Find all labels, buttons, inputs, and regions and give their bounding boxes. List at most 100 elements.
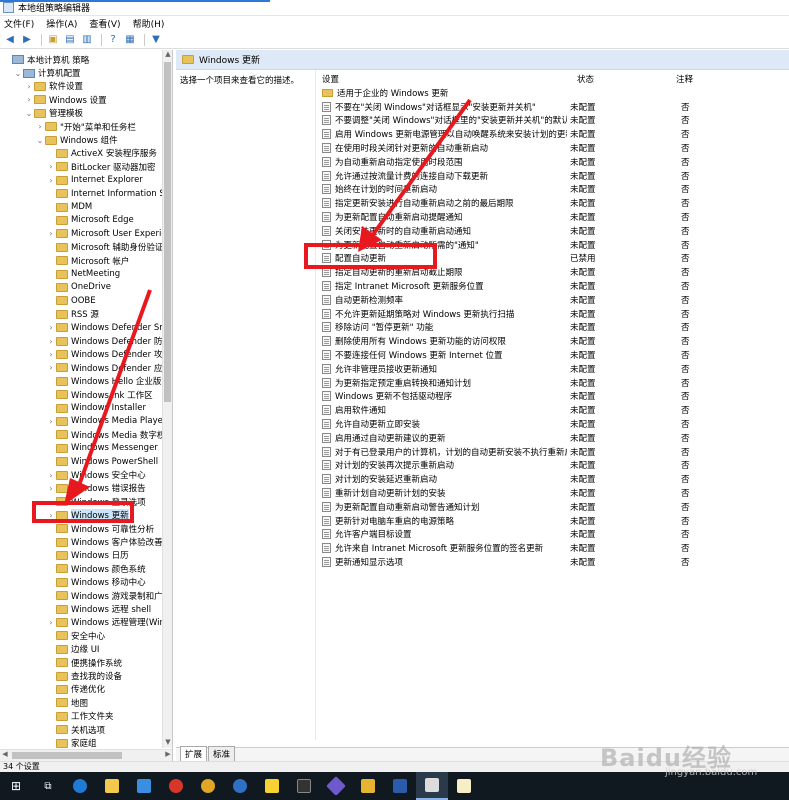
tree-item[interactable]: 查找我的设备 [46, 669, 122, 682]
menu-file[interactable]: 文件(F) [4, 17, 34, 30]
expand-icon[interactable]: › [46, 176, 56, 185]
file-explorer-icon[interactable] [96, 772, 128, 800]
policy-row[interactable]: 允许通过按流量计费的连接自动下载更新 未配置 否 [318, 169, 708, 183]
tree-item[interactable]: Microsoft 辅助身份验证因 [46, 241, 162, 254]
column-setting[interactable]: 设置 [322, 73, 339, 85]
scroll-thumb[interactable] [164, 62, 171, 402]
word-icon[interactable] [384, 772, 416, 800]
policy-row[interactable]: 指定 Intranet Microsoft 更新服务位置 未配置 否 [318, 279, 708, 293]
store-icon[interactable] [128, 772, 160, 800]
policy-row[interactable]: 更新通知显示选项 未配置 否 [318, 555, 708, 569]
tree-item[interactable]: Microsoft Edge [46, 214, 134, 227]
policy-row[interactable]: 重新计划自动更新计划的安装 未配置 否 [318, 486, 708, 500]
expand-icon[interactable]: › [46, 471, 56, 480]
edge-icon[interactable] [64, 772, 96, 800]
tree-item[interactable]: Windows Ink 工作区 [46, 388, 153, 401]
policy-row[interactable]: 允许来自 Intranet Microsoft 更新服务位置的签名更新 未配置 否 [318, 541, 708, 555]
policy-row[interactable]: 为更新配置自动重新启动警告通知计划 未配置 否 [318, 500, 708, 514]
expand-icon[interactable]: › [46, 363, 56, 372]
tree-item[interactable]: › "开始"菜单和任务栏 [35, 120, 136, 133]
policy-row[interactable]: 为更新配置自动重新启动提醒通知 未配置 否 [318, 210, 708, 224]
policy-row[interactable]: 启用通过自动更新建议的更新 未配置 否 [318, 431, 708, 445]
tree-item[interactable]: › 软件设置 [24, 80, 83, 93]
expand-icon[interactable]: › [46, 417, 56, 426]
expand-icon[interactable]: › [46, 484, 56, 493]
tree-item[interactable]: 本地计算机 策略 [2, 53, 89, 66]
collapse-icon[interactable]: ⌄ [13, 69, 23, 78]
chrome-icon[interactable] [192, 772, 224, 800]
policy-row[interactable]: 允许客户端目标设置 未配置 否 [318, 528, 708, 542]
export-icon[interactable]: ▥ [80, 33, 94, 47]
tree-item[interactable]: 边缘 UI [46, 643, 99, 656]
policy-row[interactable]: 为更新指定预定重启转换和通知计划 未配置 否 [318, 376, 708, 390]
tree-item[interactable]: 工作文件夹 [46, 710, 114, 723]
policy-row[interactable]: 对计划的安装再次提示重新启动 未配置 否 [318, 459, 708, 473]
tree-item[interactable]: 传递优化 [46, 683, 105, 696]
expand-icon[interactable]: › [35, 122, 45, 131]
policy-row[interactable]: 对于有已登录用户的计算机，计划的自动更新安装不执行重新启动 未配置 否 [318, 445, 708, 459]
tree-item[interactable]: › Windows 错误报告 [46, 482, 146, 495]
policy-row[interactable]: 启用软件通知 未配置 否 [318, 403, 708, 417]
column-note[interactable]: 注释 [676, 73, 693, 85]
tree-item[interactable]: 家庭组 [46, 736, 97, 748]
tree-item[interactable]: OOBE [46, 294, 96, 307]
tree-item[interactable]: › Windows 设置 [24, 93, 107, 106]
sticky-icon[interactable] [256, 772, 288, 800]
tree-item[interactable]: 地图 [46, 696, 88, 709]
tree-item[interactable]: Windows 移动中心 [46, 576, 146, 589]
collapse-icon[interactable]: ⌄ [24, 109, 34, 118]
terminal-icon[interactable] [288, 772, 320, 800]
tree-item[interactable]: ⌄ 计算机配置 [13, 66, 81, 79]
policy-row[interactable]: 允许自动更新立即安装 未配置 否 [318, 417, 708, 431]
tree-item[interactable]: 便携操作系统 [46, 656, 122, 669]
scroll-down-icon[interactable]: ▼ [163, 738, 172, 748]
tree-item[interactable]: Windows Messenger [46, 442, 158, 455]
tree-item[interactable]: Windows 游戏录制和广播 [46, 589, 162, 602]
tab-standard[interactable]: 标准 [208, 746, 236, 761]
back-icon[interactable]: ◀ [3, 33, 17, 47]
tree-item[interactable]: NetMeeting [46, 267, 120, 280]
folder-up-icon[interactable]: ▣ [46, 33, 60, 47]
tree-item[interactable]: › Windows Media Player [46, 415, 162, 428]
properties-icon[interactable]: ▦ [123, 33, 137, 47]
subfolder-row[interactable]: 适用于企业的 Windows 更新 [318, 86, 708, 100]
tree-horizontal-scrollbar[interactable]: ◀ ▶ [0, 749, 172, 761]
tree-item[interactable]: 安全中心 [46, 629, 105, 642]
tree-item[interactable]: Windows 客户体验改善计 [46, 535, 162, 548]
policy-row[interactable]: 删除使用所有 Windows 更新功能的访问权限 未配置 否 [318, 334, 708, 348]
policy-row[interactable]: 对计划的安装延迟重新启动 未配置 否 [318, 472, 708, 486]
tab-extended[interactable]: 扩展 [180, 746, 208, 761]
tree-item[interactable]: Windows Hello 企业版 [46, 375, 161, 388]
tree-item[interactable]: Internet Information Ser [46, 187, 162, 200]
scroll-up-icon[interactable]: ▲ [163, 50, 172, 60]
tree-item[interactable]: MDM [46, 200, 92, 213]
tree-vertical-scrollbar[interactable]: ▲ ▼ [162, 50, 172, 748]
tree-item[interactable]: › Windows 远程管理(WinR [46, 616, 162, 629]
gpedit-icon[interactable] [416, 772, 448, 800]
policy-row[interactable]: 指定更新安装进行自动重新启动之前的最后期限 未配置 否 [318, 196, 708, 210]
tree-item[interactable]: › Windows 安全中心 [46, 468, 146, 481]
scroll-left-icon[interactable]: ◀ [0, 750, 10, 761]
tree-item[interactable]: › Microsoft User Experien [46, 227, 162, 240]
tree-item[interactable]: Windows 远程 shell [46, 602, 151, 615]
tree-item[interactable]: › Windows Defender Sma [46, 321, 162, 334]
expand-icon[interactable]: › [46, 618, 56, 627]
tree-item[interactable]: Windows Installer [46, 401, 146, 414]
expand-icon[interactable]: › [46, 337, 56, 346]
tree-item[interactable]: Windows PowerShell [46, 455, 158, 468]
task-view-icon[interactable]: ⧉ [32, 772, 64, 800]
policy-row[interactable]: 不要连接任何 Windows 更新 Internet 位置 未配置 否 [318, 348, 708, 362]
tree-item[interactable]: RSS 源 [46, 308, 99, 321]
tree-item[interactable]: 关机选项 [46, 723, 105, 736]
policy-row[interactable]: 启用 Windows 更新电源管理以自动唤醒系统来安装计划的更新 未配置 否 [318, 127, 708, 141]
policy-row[interactable]: 不要在"关闭 Windows"对话框显示"安装更新并关机" 未配置 否 [318, 100, 708, 114]
policy-row[interactable]: 为自动重新启动指定使用时段范围 未配置 否 [318, 155, 708, 169]
tree-item[interactable]: ⌄ 管理模板 [24, 107, 83, 120]
tree-item[interactable]: ⌄ Windows 组件 [35, 133, 118, 146]
ie-search-icon[interactable] [224, 772, 256, 800]
policy-row[interactable]: 移除访问 "暂停更新" 功能 未配置 否 [318, 321, 708, 335]
policy-row[interactable]: 在使用时段关闭针对更新的自动重新启动 未配置 否 [318, 141, 708, 155]
policy-row[interactable]: 不允许更新延期策略对 Windows 更新执行扫描 未配置 否 [318, 307, 708, 321]
tree-item[interactable]: › Internet Explorer [46, 174, 142, 187]
app-icon[interactable] [160, 772, 192, 800]
